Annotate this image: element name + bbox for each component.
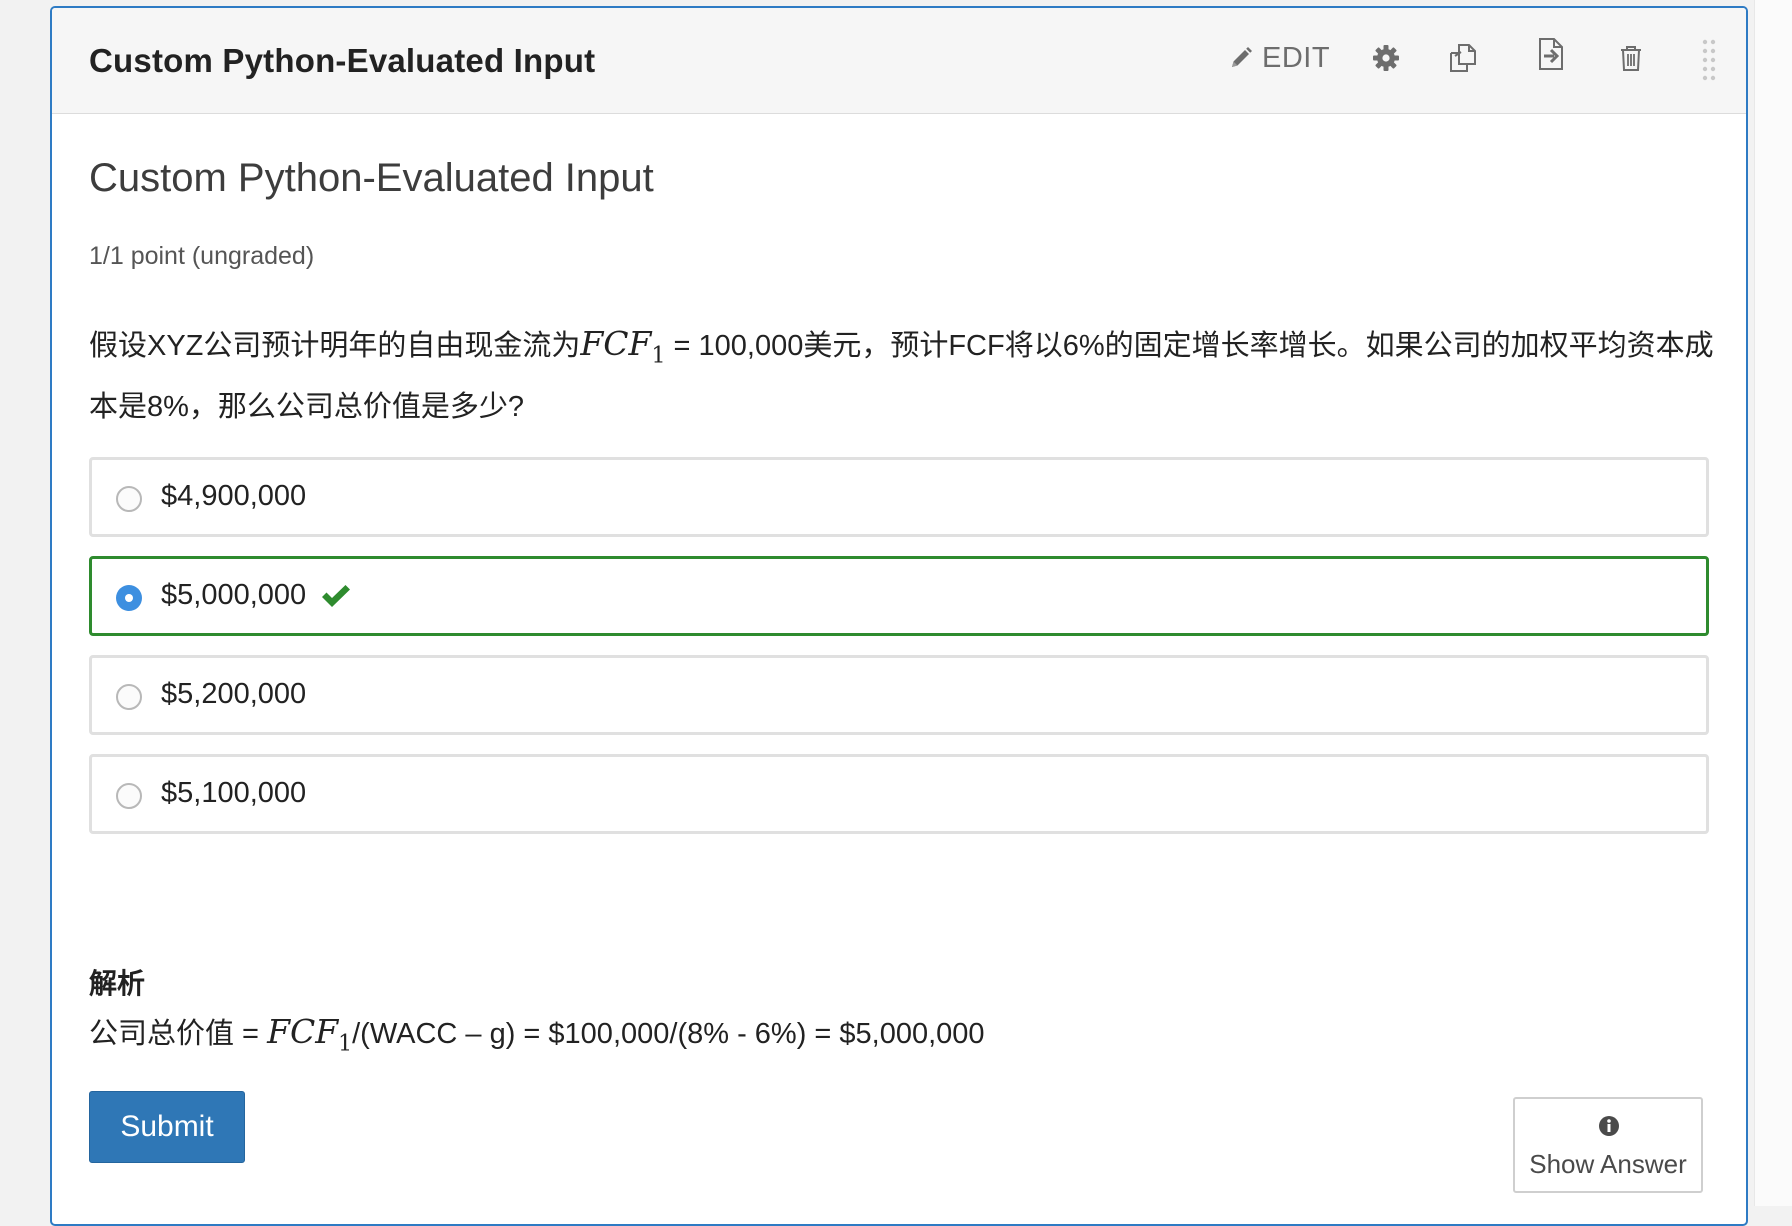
submit-button[interactable]: Submit <box>89 1091 245 1163</box>
question-math: FCF1 <box>580 324 665 369</box>
math-subscript: 1 <box>651 343 666 369</box>
solution-math: FCF1 <box>267 1012 352 1057</box>
problem-component: Custom Python-Evaluated Input EDIT Custo… <box>50 6 1748 1226</box>
radio-button-selected[interactable] <box>116 585 142 611</box>
choice-option-2[interactable]: $5,000,000 <box>89 556 1709 636</box>
delete-button[interactable] <box>1619 38 1643 78</box>
solution-heading: 解析 <box>89 968 146 999</box>
choice-option-1[interactable]: $4,900,000 <box>89 457 1709 537</box>
edit-label: EDIT <box>1262 41 1331 74</box>
info-icon <box>1598 1115 1620 1142</box>
problem-points: 1/1 point (ungraded) <box>89 242 315 270</box>
solution-text-before: 公司总价值 = <box>89 1018 268 1050</box>
problem-title: Custom Python-Evaluated Input <box>89 156 654 200</box>
pencil-icon <box>1228 45 1254 71</box>
duplicate-button[interactable] <box>1448 38 1478 78</box>
solution-text: 公司总价值 = FCF1/(WACC – g) = $100,000/(8% -… <box>89 1010 985 1057</box>
math-subscript: 1 <box>338 1031 353 1057</box>
component-title: Custom Python-Evaluated Input <box>89 42 596 79</box>
duplicate-icon <box>1448 43 1478 73</box>
drag-handle-icon <box>1702 39 1716 81</box>
choice-label: $5,200,000 <box>161 678 307 710</box>
drag-handle[interactable] <box>1702 39 1716 81</box>
show-answer-button[interactable]: Show Answer <box>1513 1097 1703 1193</box>
radio-button[interactable] <box>116 783 142 809</box>
checkmark-icon <box>320 585 352 614</box>
question-text-before: 假设XYZ公司预计明年的自由现金流为 <box>89 330 581 362</box>
move-icon <box>1536 37 1566 71</box>
math-symbol: FCF <box>267 1012 339 1051</box>
solution-text-after: /(WACC – g) = $100,000/(8% - 6%) = $5,00… <box>352 1018 985 1050</box>
settings-button[interactable] <box>1372 38 1400 78</box>
math-symbol: FCF <box>580 324 652 363</box>
page-margin <box>1754 0 1792 1206</box>
trash-icon <box>1619 44 1643 72</box>
move-button[interactable] <box>1536 34 1566 74</box>
show-answer-label: Show Answer <box>1529 1149 1687 1179</box>
component-header: Custom Python-Evaluated Input EDIT <box>52 8 1746 114</box>
radio-button[interactable] <box>116 684 142 710</box>
radio-button[interactable] <box>116 486 142 512</box>
choice-option-3[interactable]: $5,200,000 <box>89 655 1709 735</box>
choice-label: $4,900,000 <box>161 480 307 512</box>
choice-label: $5,100,000 <box>161 777 307 809</box>
choice-option-4[interactable]: $5,100,000 <box>89 754 1709 834</box>
choice-label: $5,000,000 <box>161 579 307 611</box>
question-text: 假设XYZ公司预计明年的自由现金流为FCF1 = 100,000美元，预计FCF… <box>89 318 1729 433</box>
gear-icon <box>1372 44 1400 72</box>
edit-button[interactable]: EDIT <box>1228 38 1330 78</box>
